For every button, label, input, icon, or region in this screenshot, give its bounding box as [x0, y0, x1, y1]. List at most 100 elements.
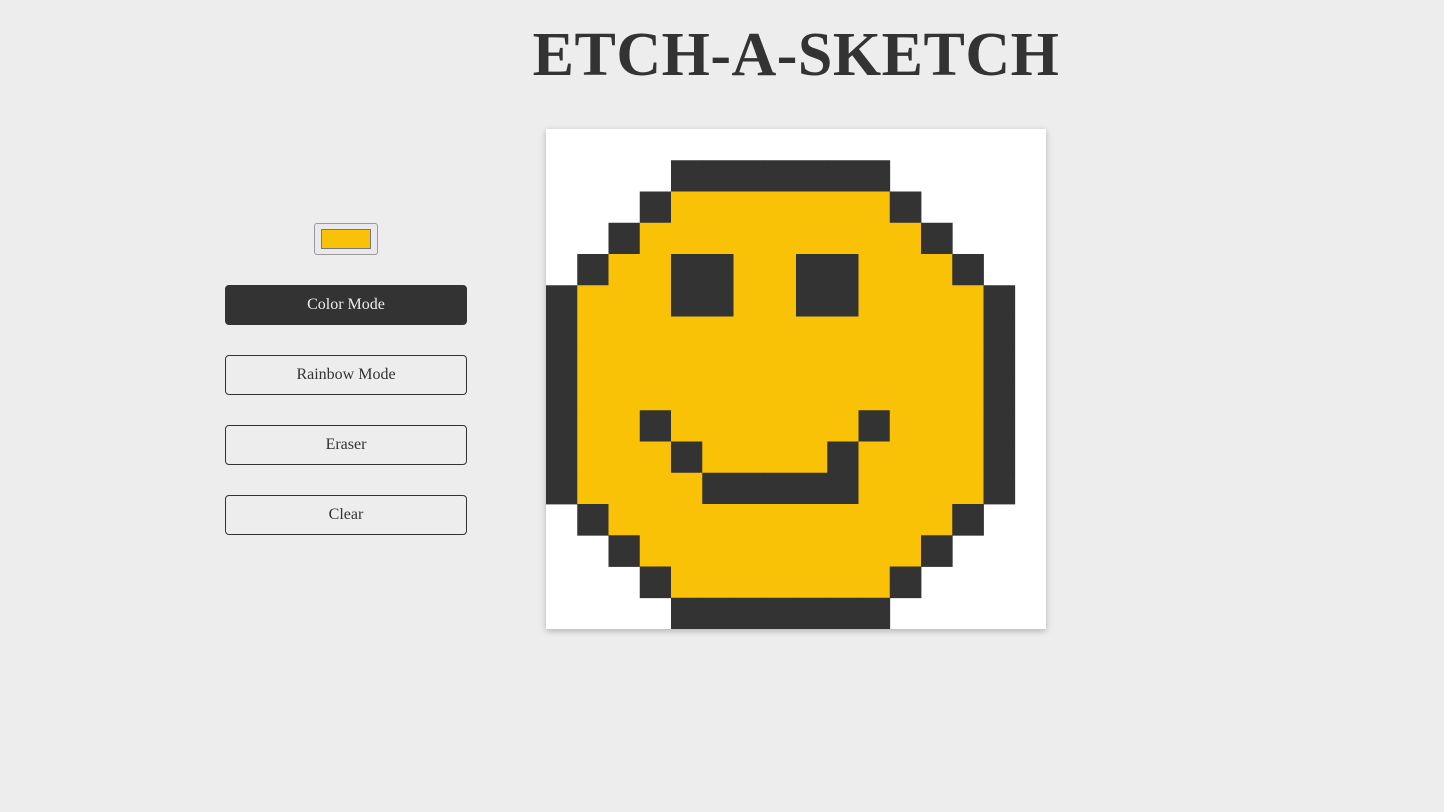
grid-cell[interactable]	[889, 535, 922, 567]
grid-cell[interactable]	[546, 316, 578, 349]
grid-cell[interactable]	[858, 160, 891, 192]
grid-cell[interactable]	[577, 347, 609, 380]
grid-cell[interactable]	[764, 535, 797, 567]
grid-cell[interactable]	[608, 504, 641, 536]
grid-cell[interactable]	[546, 347, 578, 380]
grid-cell[interactable]	[764, 316, 797, 349]
grid-cell[interactable]	[733, 535, 766, 567]
grid-cell[interactable]	[796, 160, 828, 192]
grid-cell[interactable]	[858, 191, 891, 224]
grid-cell[interactable]	[671, 191, 703, 224]
grid-cell[interactable]	[858, 441, 891, 474]
grid-cell[interactable]	[671, 472, 703, 505]
grid-cell[interactable]	[858, 316, 891, 349]
grid-cell[interactable]	[608, 347, 641, 380]
grid-cell[interactable]	[827, 472, 859, 505]
clear-button[interactable]: Clear	[225, 495, 467, 535]
grid-cell[interactable]	[921, 285, 953, 317]
grid-cell[interactable]	[858, 597, 891, 629]
grid-cell[interactable]	[764, 410, 797, 442]
grid-cell[interactable]	[702, 316, 734, 349]
grid-cell[interactable]	[733, 597, 766, 629]
grid-cell[interactable]	[764, 597, 797, 629]
grid-cell[interactable]	[796, 441, 828, 474]
grid-cell[interactable]	[889, 566, 922, 599]
color-mode-button[interactable]: Color Mode	[225, 285, 467, 325]
grid-cell[interactable]	[952, 316, 984, 349]
grid-cell[interactable]	[702, 379, 734, 411]
grid-cell[interactable]	[889, 379, 922, 411]
grid-cell[interactable]	[702, 191, 734, 224]
grid-cell[interactable]	[921, 504, 953, 536]
grid-cell[interactable]	[827, 347, 859, 380]
grid-cell[interactable]	[796, 222, 828, 255]
color-picker[interactable]	[314, 223, 378, 255]
grid-cell[interactable]	[764, 441, 797, 474]
grid-cell[interactable]	[889, 504, 922, 536]
grid-cell[interactable]	[889, 191, 922, 224]
grid-cell[interactable]	[671, 347, 703, 380]
grid-cell[interactable]	[577, 379, 609, 411]
grid-cell[interactable]	[889, 222, 922, 255]
grid-cell[interactable]	[796, 191, 828, 224]
grid-cell[interactable]	[639, 254, 672, 286]
grid-cell[interactable]	[546, 441, 578, 474]
grid-cell[interactable]	[796, 472, 828, 505]
grid-cell[interactable]	[639, 379, 672, 411]
grid-cell[interactable]	[639, 535, 672, 567]
grid-cell[interactable]	[702, 254, 734, 286]
grid-cell[interactable]	[733, 504, 766, 536]
grid-cell[interactable]	[702, 597, 734, 629]
grid-cell[interactable]	[764, 566, 797, 599]
grid-cell[interactable]	[952, 379, 984, 411]
grid-cell[interactable]	[858, 472, 891, 505]
grid-cell[interactable]	[827, 160, 859, 192]
grid-cell[interactable]	[858, 566, 891, 599]
grid-cell[interactable]	[733, 254, 766, 286]
grid-cell[interactable]	[577, 472, 609, 505]
grid-cell[interactable]	[921, 441, 953, 474]
grid-cell[interactable]	[733, 566, 766, 599]
grid-cell[interactable]	[577, 410, 609, 442]
grid-cell[interactable]	[889, 254, 922, 286]
grid-cell[interactable]	[608, 535, 641, 567]
grid-cell[interactable]	[952, 410, 984, 442]
grid-cell[interactable]	[827, 410, 859, 442]
grid-cell[interactable]	[639, 347, 672, 380]
grid-cell[interactable]	[827, 191, 859, 224]
grid-cell[interactable]	[952, 347, 984, 380]
grid-cell[interactable]	[827, 379, 859, 411]
eraser-button[interactable]: Eraser	[225, 425, 467, 465]
grid-cell[interactable]	[546, 472, 578, 505]
grid-cell[interactable]	[764, 160, 797, 192]
grid-cell[interactable]	[764, 285, 797, 317]
grid-cell[interactable]	[858, 504, 891, 536]
grid-cell[interactable]	[796, 410, 828, 442]
grid-cell[interactable]	[733, 191, 766, 224]
grid-cell[interactable]	[983, 410, 1016, 442]
grid-cell[interactable]	[702, 504, 734, 536]
grid-cell[interactable]	[796, 285, 828, 317]
grid-cell[interactable]	[796, 316, 828, 349]
grid-cell[interactable]	[702, 472, 734, 505]
grid-cell[interactable]	[827, 597, 859, 629]
grid-cell[interactable]	[952, 472, 984, 505]
grid-cell[interactable]	[827, 285, 859, 317]
grid-cell[interactable]	[889, 410, 922, 442]
grid-cell[interactable]	[921, 410, 953, 442]
grid-cell[interactable]	[983, 285, 1016, 317]
grid-cell[interactable]	[639, 504, 672, 536]
grid-cell[interactable]	[671, 160, 703, 192]
grid-cell[interactable]	[858, 254, 891, 286]
grid-cell[interactable]	[733, 379, 766, 411]
grid-cell[interactable]	[764, 347, 797, 380]
grid-cell[interactable]	[889, 316, 922, 349]
grid-cell[interactable]	[702, 160, 734, 192]
grid-cell[interactable]	[733, 410, 766, 442]
grid-cell[interactable]	[733, 160, 766, 192]
grid-cell[interactable]	[858, 347, 891, 380]
grid-cell[interactable]	[733, 316, 766, 349]
grid-cell[interactable]	[764, 379, 797, 411]
grid-cell[interactable]	[546, 410, 578, 442]
grid-cell[interactable]	[764, 254, 797, 286]
